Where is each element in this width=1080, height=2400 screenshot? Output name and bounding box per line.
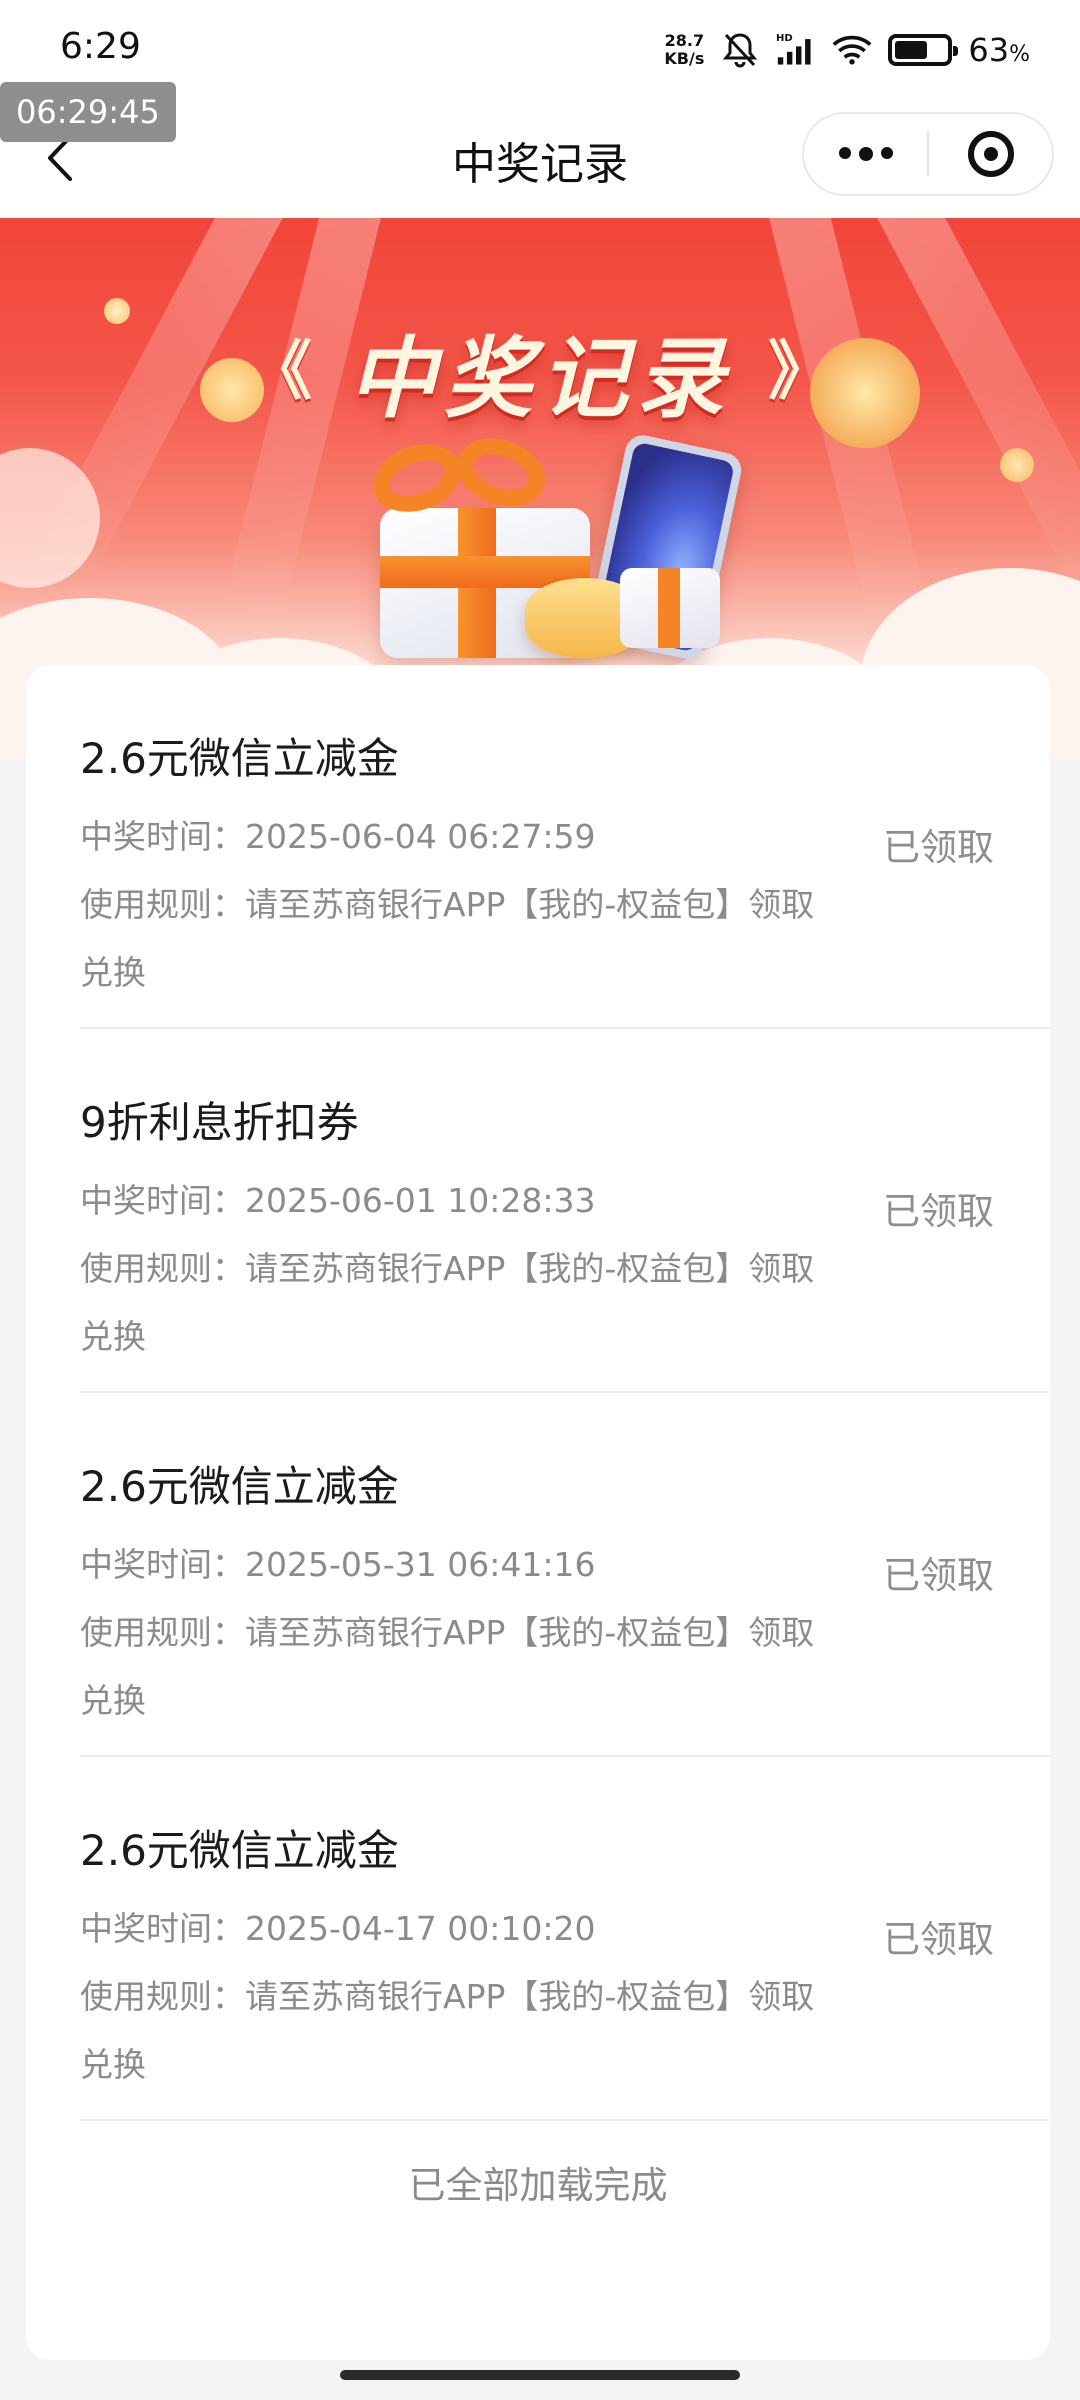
banner-heading: 《 中奖记录 》 — [0, 308, 1080, 435]
gift-bow-illustration — [447, 426, 555, 518]
status-claimed[interactable]: 已领取 — [883, 1181, 994, 1235]
record-rule-label: 使用规则： — [80, 1613, 245, 1652]
close-miniapp-button[interactable] — [929, 114, 1052, 194]
record-meta: 中奖时间： 2025-06-04 06:27:59 使用规则：请至苏商银行APP【… — [80, 803, 840, 1007]
bokeh-decoration — [1000, 448, 1034, 482]
record-time: 中奖时间： 2025-06-01 10:28:33 — [80, 1167, 840, 1235]
record-rule: 使用规则：请至苏商银行APP【我的-权益包】领取兑换 — [80, 1963, 840, 2099]
record-rule: 使用规则：请至苏商银行APP【我的-权益包】领取兑换 — [80, 1235, 840, 1371]
record-time: 中奖时间： 2025-04-17 00:10:20 — [80, 1895, 840, 1963]
record-time-value: 2025-04-17 00:10:20 — [245, 1909, 596, 1948]
home-indicator[interactable] — [340, 2370, 740, 2380]
status-claimed[interactable]: 已领取 — [883, 1909, 994, 1963]
record-rule-label: 使用规则： — [80, 1249, 245, 1288]
wifi-icon — [832, 30, 872, 70]
target-icon — [967, 131, 1014, 177]
record-time-value: 2025-05-31 06:41:16 — [245, 1545, 596, 1584]
signal-icon: HD — [776, 30, 816, 70]
record-title: 2.6元微信立减金 — [80, 1826, 399, 1875]
more-button[interactable] — [804, 114, 927, 194]
record-title: 9折利息折扣券 — [80, 1098, 359, 1147]
status-icons: 28.7 KB/s HD 63% — [664, 22, 1030, 78]
network-speed: 28.7 KB/s — [664, 32, 704, 68]
record-title: 2.6元微信立减金 — [80, 734, 399, 783]
record-meta: 中奖时间： 2025-04-17 00:10:20 使用规则：请至苏商银行APP【… — [80, 1895, 840, 2099]
small-gift-illustration — [620, 568, 720, 648]
record-time: 中奖时间： 2025-06-04 06:27:59 — [80, 803, 840, 871]
banner-left-decoration: 《 — [247, 334, 312, 409]
load-complete-text: 已全部加载完成 — [408, 2164, 668, 2207]
status-time: 6:29 — [60, 26, 141, 67]
record-rule: 使用规则：请至苏商银行APP【我的-权益包】领取兑换 — [80, 1599, 840, 1735]
banner-title: 中奖记录 — [347, 327, 732, 430]
record-rule-label: 使用规则： — [80, 885, 245, 924]
record-item: 2.6元微信立减金 中奖时间： 2025-06-04 06:27:59 使用规则：… — [80, 665, 1050, 1029]
banner-right-decoration: 》 — [768, 334, 832, 409]
mute-bell-icon — [720, 30, 760, 70]
battery-percent-sign: % — [1009, 42, 1030, 67]
record-time: 中奖时间： 2025-05-31 06:41:16 — [80, 1531, 840, 1599]
record-time-label: 中奖时间： — [80, 1909, 245, 1948]
record-time-value: 2025-06-04 06:27:59 — [245, 817, 596, 856]
record-item: 9折利息折扣券 中奖时间： 2025-06-01 10:28:33 使用规则：请至… — [80, 1029, 1050, 1393]
record-rule-label: 使用规则： — [80, 1977, 245, 2016]
record-title: 2.6元微信立减金 — [80, 1462, 399, 1511]
status-claimed[interactable]: 已领取 — [883, 817, 994, 871]
battery-level — [895, 41, 927, 59]
record-time-label: 中奖时间： — [80, 1181, 245, 1220]
records-card: 2.6元微信立减金 中奖时间： 2025-06-04 06:27:59 使用规则：… — [26, 665, 1050, 2360]
battery-icon — [888, 34, 959, 66]
timestamp-overlay: 06:29:45 — [0, 82, 176, 142]
network-speed-unit: KB/s — [664, 49, 705, 68]
more-dots-icon — [838, 147, 893, 161]
battery-percent: 63% — [968, 31, 1030, 69]
miniapp-capsule — [802, 112, 1054, 196]
record-time-value: 2025-06-01 10:28:33 — [245, 1181, 596, 1220]
record-rule: 使用规则：请至苏商银行APP【我的-权益包】领取兑换 — [80, 871, 840, 1007]
network-speed-value: 28.7 — [664, 31, 705, 50]
battery-percent-value: 63 — [968, 31, 1010, 69]
record-item: 2.6元微信立减金 中奖时间： 2025-04-17 00:10:20 使用规则：… — [80, 1757, 1050, 2121]
hd-label: HD — [776, 33, 793, 44]
record-time-label: 中奖时间： — [80, 817, 245, 856]
record-item: 2.6元微信立减金 中奖时间： 2025-05-31 06:41:16 使用规则：… — [80, 1393, 1050, 1757]
record-meta: 中奖时间： 2025-06-01 10:28:33 使用规则：请至苏商银行APP【… — [80, 1167, 840, 1371]
status-claimed[interactable]: 已领取 — [883, 1545, 994, 1599]
record-time-label: 中奖时间： — [80, 1545, 245, 1584]
record-meta: 中奖时间： 2025-05-31 06:41:16 使用规则：请至苏商银行APP【… — [80, 1531, 840, 1735]
